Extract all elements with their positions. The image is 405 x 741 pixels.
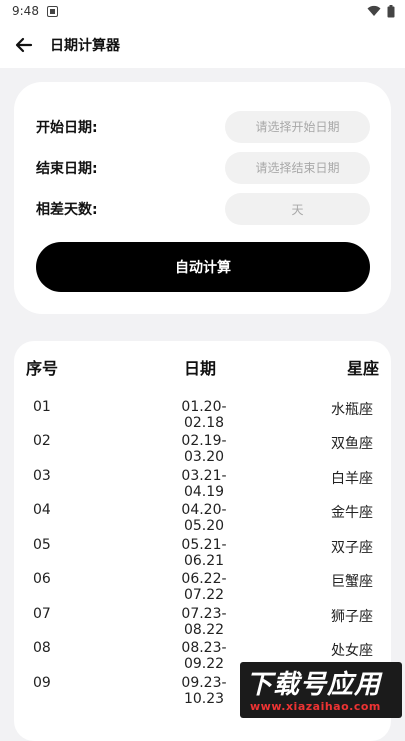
row-sign: 巨蟹座 bbox=[331, 574, 373, 590]
row-sign: 狮子座 bbox=[331, 609, 373, 625]
day-diff-label: 相差天数: bbox=[36, 202, 98, 218]
battery-icon bbox=[387, 4, 395, 17]
row-sign: 水瓶座 bbox=[331, 402, 373, 418]
start-date-row: 开始日期: bbox=[36, 111, 370, 143]
row-date: 01.20-02.18 bbox=[181, 399, 227, 431]
page-title: 日期计算器 bbox=[50, 38, 120, 54]
wifi-icon bbox=[367, 5, 381, 16]
start-date-field[interactable] bbox=[225, 111, 370, 143]
end-date-label: 结束日期: bbox=[36, 161, 98, 177]
back-arrow-icon[interactable] bbox=[14, 35, 34, 55]
end-date-row: 结束日期: bbox=[36, 152, 370, 184]
day-diff-field: 天 bbox=[225, 193, 370, 225]
header-sign: 星座 bbox=[346, 359, 379, 378]
row-index: 08 bbox=[33, 640, 51, 656]
start-date-label: 开始日期: bbox=[36, 120, 98, 136]
date-form-card: 开始日期: 结束日期: 相差天数: 天 自动计算 bbox=[14, 82, 391, 314]
row-index: 05 bbox=[33, 537, 51, 553]
row-date: 09.23-10.23 bbox=[181, 675, 227, 707]
end-date-field[interactable] bbox=[225, 152, 370, 184]
status-icons bbox=[367, 4, 395, 18]
table-row: 02 02.19-03.20 双鱼座 bbox=[14, 433, 391, 465]
table-header: 序号 日期 星座 bbox=[14, 355, 391, 379]
row-date: 02.19-03.20 bbox=[181, 433, 227, 465]
row-date: 08.23-09.22 bbox=[181, 640, 227, 672]
header-date: 日期 bbox=[184, 359, 217, 378]
status-time: 9:48 bbox=[12, 4, 39, 18]
notification-icon bbox=[46, 5, 58, 17]
row-sign: 双鱼座 bbox=[331, 436, 373, 452]
table-row: 01 01.20-02.18 水瓶座 bbox=[14, 399, 391, 431]
row-index: 09 bbox=[33, 675, 51, 691]
watermark-brand: 下载号应用 bbox=[246, 670, 382, 700]
row-date: 05.21-06.21 bbox=[181, 537, 227, 569]
app-bar: 日期计算器 bbox=[0, 22, 405, 68]
table-row: 05 05.21-06.21 双子座 bbox=[14, 537, 391, 569]
table-row: 04 04.20-05.20 金牛座 bbox=[14, 502, 391, 534]
table-row: 06 06.22-07.22 巨蟹座 bbox=[14, 571, 391, 603]
watermark-url: www.xiazaihao.com bbox=[250, 700, 381, 713]
row-index: 04 bbox=[33, 502, 51, 518]
row-index: 02 bbox=[33, 433, 51, 449]
row-sign: 处女座 bbox=[331, 643, 373, 659]
row-date: 07.23-08.22 bbox=[181, 606, 227, 638]
row-index: 06 bbox=[33, 571, 51, 587]
table-row: 03 03.21-04.19 白羊座 bbox=[14, 468, 391, 500]
row-sign: 白羊座 bbox=[331, 471, 373, 487]
row-sign: 金牛座 bbox=[331, 505, 373, 521]
row-index: 01 bbox=[33, 399, 51, 415]
auto-calculate-button[interactable]: 自动计算 bbox=[36, 242, 370, 292]
status-bar: 9:48 bbox=[0, 0, 405, 22]
row-index: 07 bbox=[33, 606, 51, 622]
site-watermark: 下载号应用 www.xiazaihao.com bbox=[240, 662, 402, 718]
day-diff-row: 相差天数: 天 bbox=[36, 193, 370, 225]
row-date: 03.21-04.19 bbox=[181, 468, 227, 500]
row-sign: 双子座 bbox=[331, 540, 373, 556]
row-date: 04.20-05.20 bbox=[181, 502, 227, 534]
row-date: 06.22-07.22 bbox=[181, 571, 227, 603]
row-index: 03 bbox=[33, 468, 51, 484]
table-row: 07 07.23-08.22 狮子座 bbox=[14, 606, 391, 638]
header-index: 序号 bbox=[26, 359, 59, 378]
table-row: 08 08.23-09.22 处女座 bbox=[14, 640, 391, 672]
